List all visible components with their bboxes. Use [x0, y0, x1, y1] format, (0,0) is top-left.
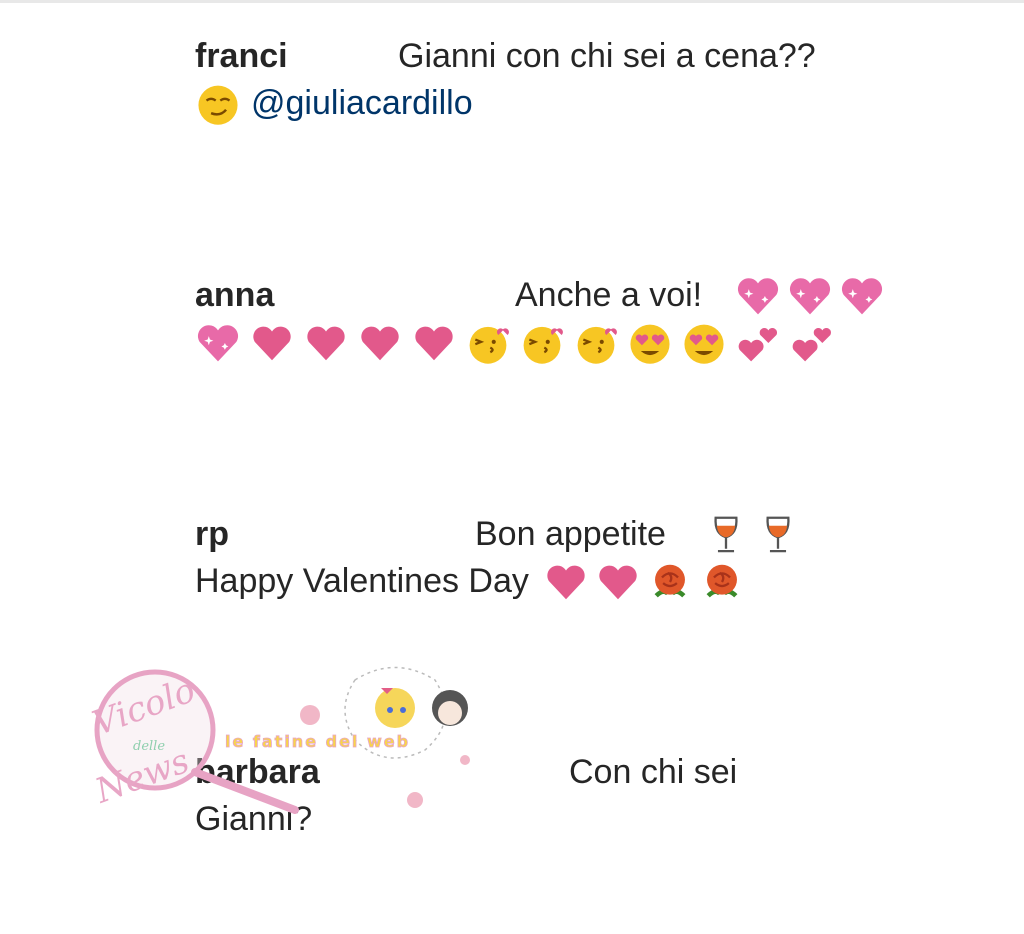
- heart-eyes-face-icon: [681, 320, 727, 366]
- heart-icon: [411, 320, 457, 366]
- heart-icon: [357, 320, 403, 366]
- sparkling-heart-icon: [787, 273, 833, 319]
- comment-username[interactable]: franci: [195, 33, 288, 80]
- kissing-heart-face-icon: [465, 320, 511, 366]
- rose-icon: [699, 559, 745, 605]
- comment-text: Anche a voi!: [515, 276, 703, 314]
- comment-text: Bon appetite: [475, 515, 666, 553]
- comment-text-continued: Happy Valentines Day: [195, 562, 529, 600]
- heart-icon: [595, 559, 641, 605]
- two-hearts-icon: [789, 320, 835, 366]
- svg-text:News: News: [89, 741, 194, 812]
- smirk-face-icon: [195, 81, 241, 127]
- sparkling-heart-icon: [195, 320, 241, 366]
- top-divider: [0, 0, 1024, 3]
- comment-username[interactable]: anna: [195, 272, 274, 319]
- comment-rp: rp Bon appetite Happy Valentines Day: [195, 511, 915, 605]
- kissing-heart-face-icon: [519, 320, 565, 366]
- sparkling-heart-icon: [839, 273, 885, 319]
- sparkling-heart-icon: [735, 273, 781, 319]
- heart-icon: [249, 320, 295, 366]
- comment-franci: franci Gianni con chi sei a cena?? @giul…: [195, 33, 915, 127]
- comment-barbara: barbara Con chi sei Gianni?: [195, 749, 915, 843]
- two-hearts-icon: [735, 320, 781, 366]
- wine-glass-icon: [755, 512, 801, 558]
- kissing-heart-face-icon: [573, 320, 619, 366]
- heart-icon: [543, 559, 589, 605]
- comment-text: Con chi sei: [569, 753, 738, 791]
- comment-username[interactable]: barbara: [195, 749, 320, 796]
- heart-icon: [303, 320, 349, 366]
- comment-text-continued: Gianni?: [195, 800, 313, 838]
- comment-text: Gianni con chi sei a cena??: [398, 37, 816, 75]
- wine-glass-icon: [703, 512, 749, 558]
- heart-eyes-face-icon: [627, 320, 673, 366]
- mention-link[interactable]: @giulia­cardillo: [251, 80, 473, 127]
- comment-username[interactable]: rp: [195, 511, 229, 558]
- emoji-row: [195, 319, 915, 366]
- comment-anna: anna Anche a voi!: [195, 272, 915, 366]
- rose-icon: [647, 559, 693, 605]
- svg-text:Vicolo: Vicolo: [87, 670, 200, 744]
- svg-text:delle: delle: [133, 739, 165, 754]
